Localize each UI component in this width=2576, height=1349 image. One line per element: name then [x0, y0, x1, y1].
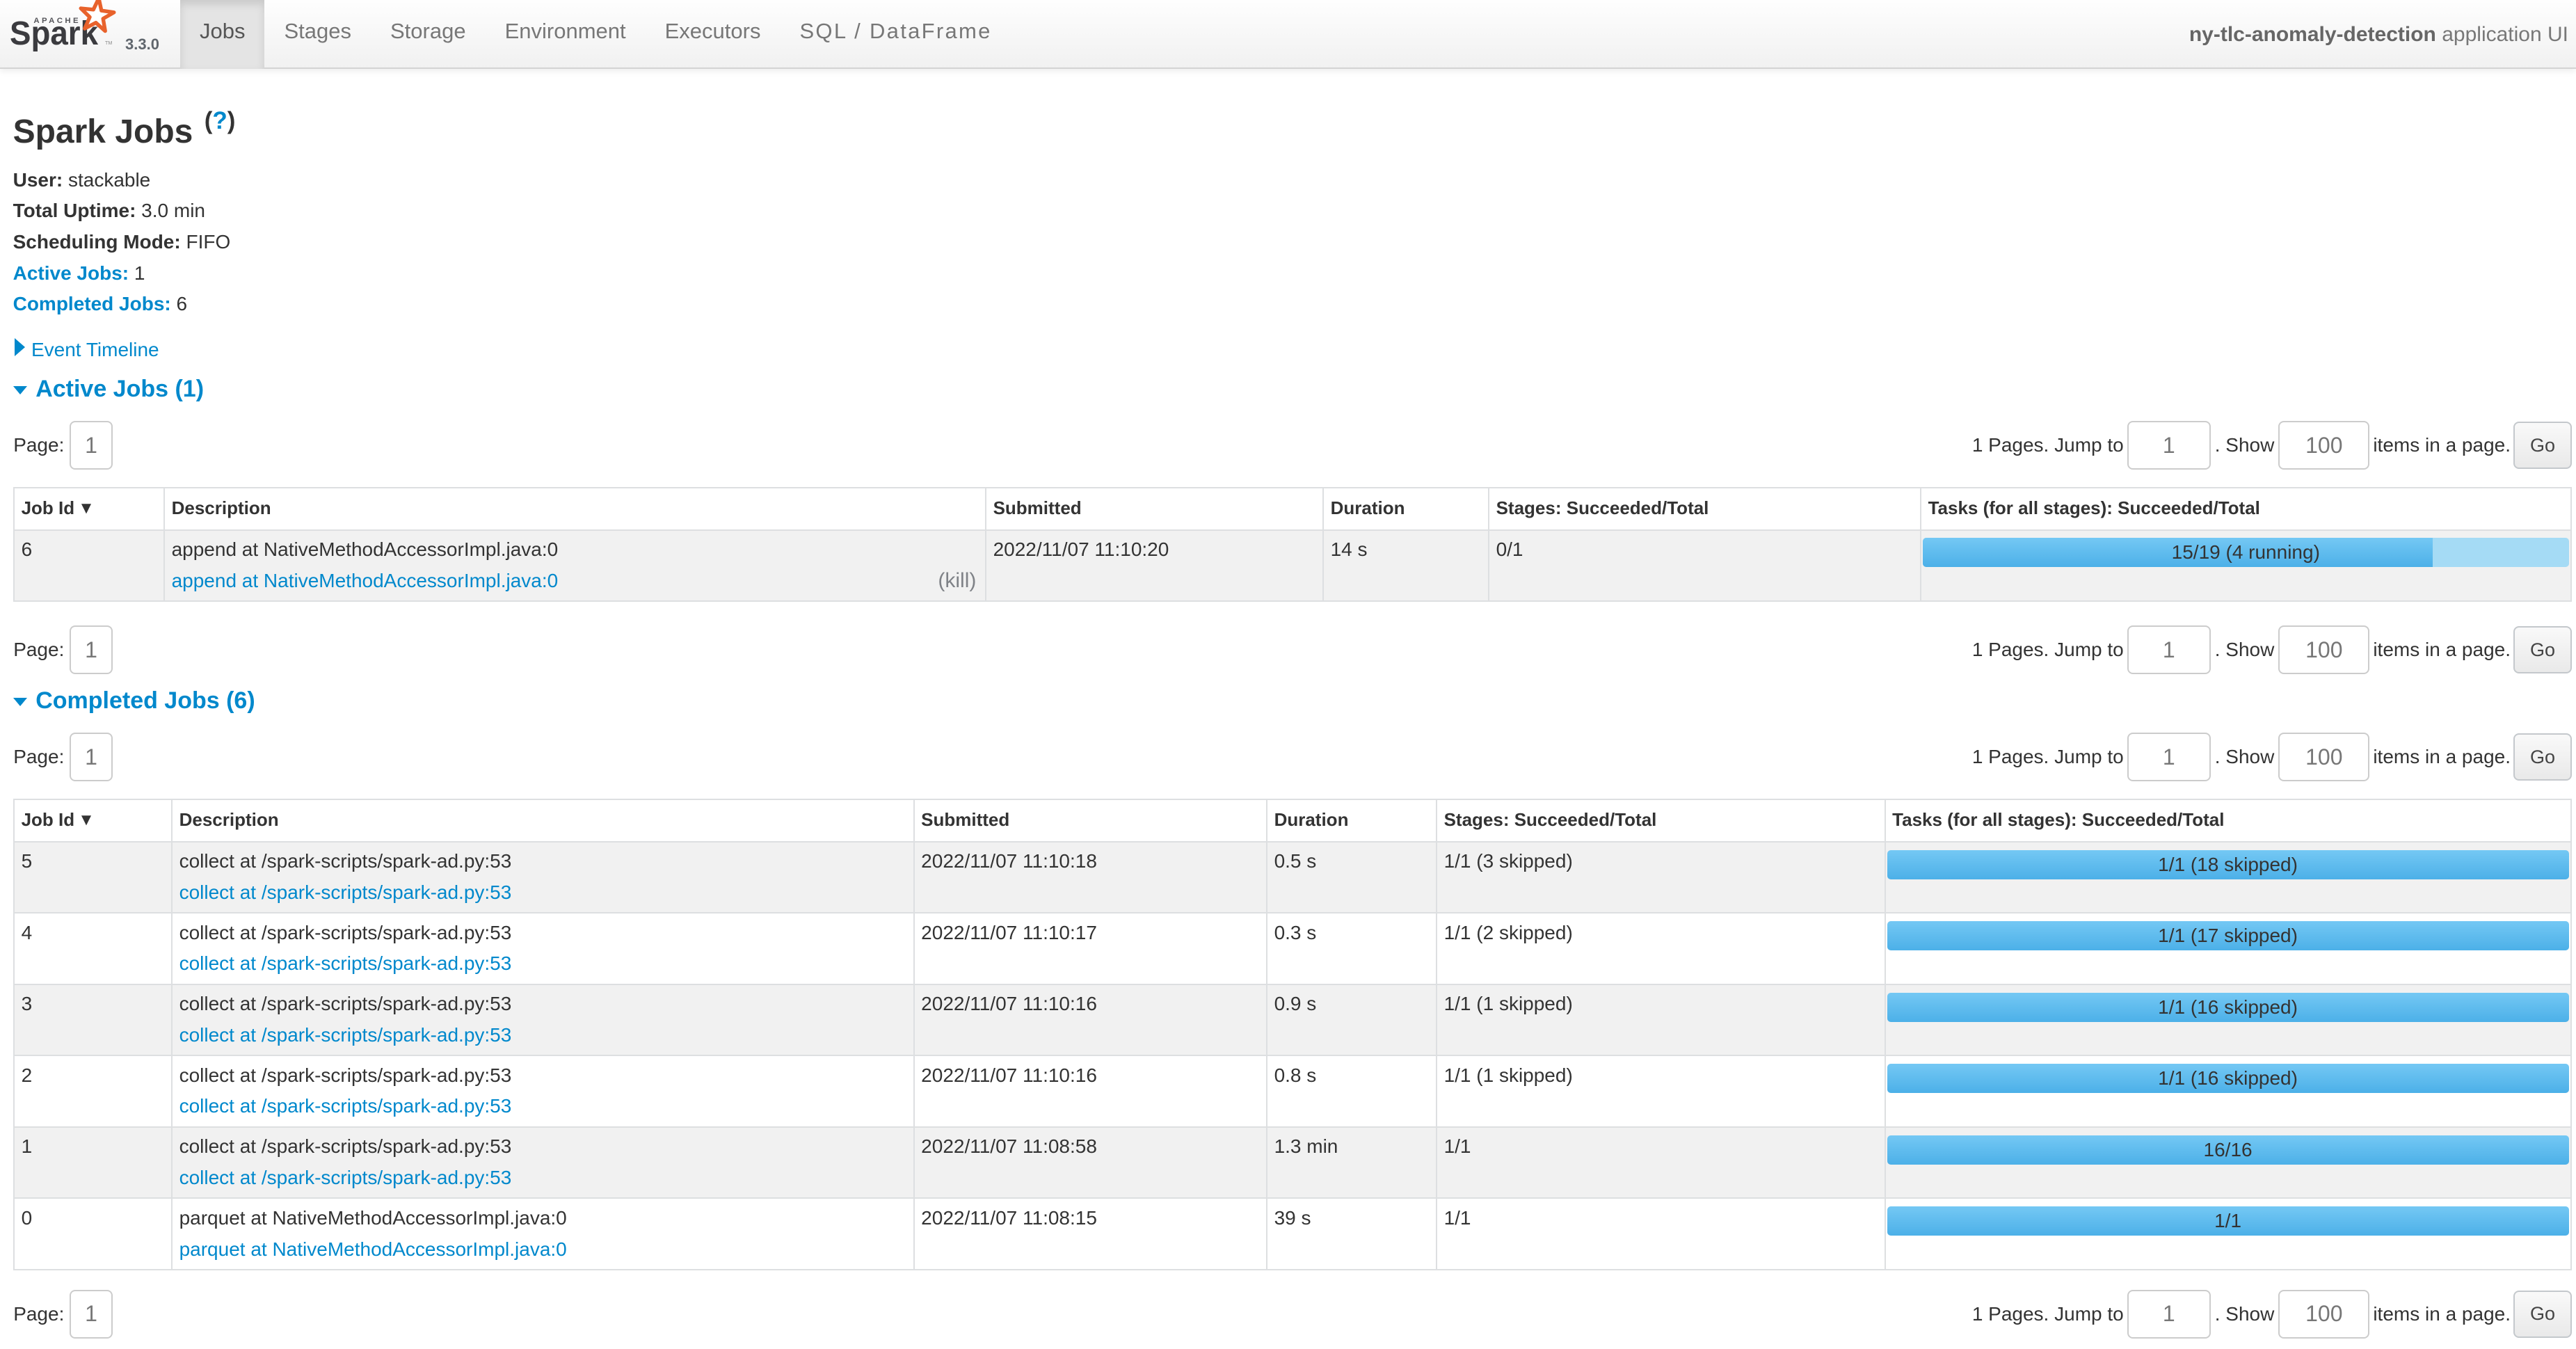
svg-text:Spark: Spark: [10, 15, 98, 52]
svg-text:TM: TM: [105, 40, 112, 46]
